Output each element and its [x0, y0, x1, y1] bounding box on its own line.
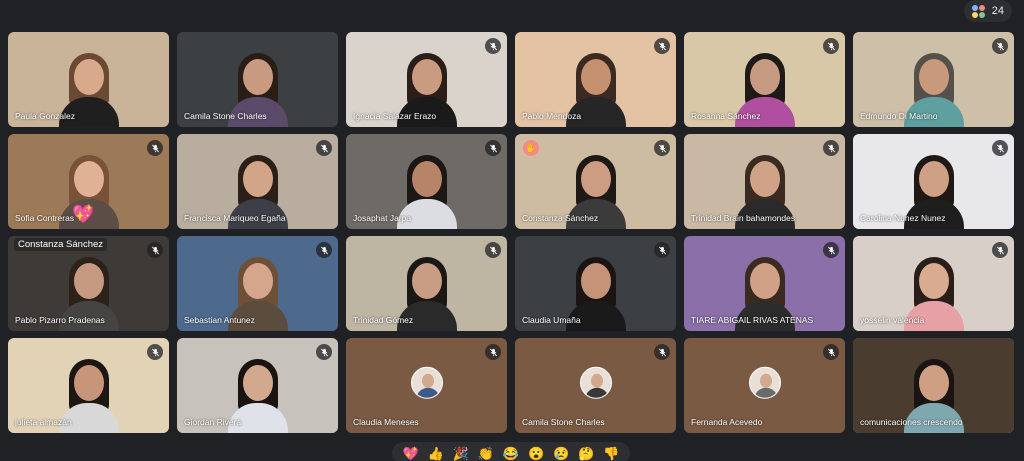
participant-name: Claudia Umaña [522, 315, 581, 325]
mic-off-icon [992, 242, 1008, 258]
participant-tile[interactable]: julieta almazán [8, 338, 169, 433]
participant-tile[interactable]: yosselin valencia [853, 236, 1014, 331]
participant-name: Sofia Contreras [15, 213, 75, 223]
reaction-emoji-button[interactable]: 😂 [503, 447, 519, 460]
participant-tile[interactable]: Trinidad Brain bahamondes [684, 134, 845, 229]
participant-name: Josaphat Jarpa [353, 213, 412, 223]
reaction-emoji-button[interactable]: 💖 [402, 447, 418, 460]
participant-tile[interactable]: Sebastian Antunez [177, 236, 338, 331]
mic-off-icon [485, 242, 501, 258]
avatar [748, 366, 781, 399]
mic-off-icon [147, 242, 163, 258]
participant-tile[interactable]: comunicaciones crescendo [853, 338, 1014, 433]
participant-tile[interactable]: Camila Stone Charles [177, 32, 338, 127]
participant-name: Ignacia Salazar Erazo [353, 111, 437, 121]
reaction-emoji-button[interactable]: 🎉 [453, 447, 469, 460]
participant-name: Trinidad Gómez [353, 315, 414, 325]
participant-name: Camila Stone Charles [522, 417, 605, 427]
participant-name: Sebastian Antunez [184, 315, 255, 325]
reaction-emoji-button[interactable]: 👍 [428, 447, 444, 460]
avatar [579, 366, 612, 399]
reaction-emoji-button[interactable]: 👏 [478, 447, 494, 460]
participant-name: Rosanna Sánchez [691, 111, 761, 121]
participant-tile[interactable]: Camila Stone Charles [515, 338, 676, 433]
reaction-emoji-button[interactable]: 👎 [603, 447, 619, 460]
reaction-emoji-button[interactable]: 🤔 [578, 447, 594, 460]
participant-name: Fernanda Acevedo [691, 417, 763, 427]
participant-tile[interactable]: Francisca Mariqueo Egaña [177, 134, 338, 229]
participant-name: Camila Stone Charles [184, 111, 267, 121]
participant-tile[interactable]: Claudia Umaña [515, 236, 676, 331]
participant-tile[interactable]: Josaphat Jarpa [346, 134, 507, 229]
participant-name: julieta almazán [15, 417, 72, 427]
participant-name: Francisca Mariqueo Egaña [184, 213, 286, 223]
participant-name: Giordan Rivera [184, 417, 242, 427]
raised-hand-icon: ✋ [523, 140, 539, 156]
participant-name: Trinidad Brain bahamondes [691, 213, 796, 223]
mic-off-icon [992, 140, 1008, 156]
mic-off-icon [485, 38, 501, 54]
participant-tile[interactable]: TIARE ABIGAIL RIVAS ATENAS [684, 236, 845, 331]
mic-off-icon [992, 38, 1008, 54]
participant-tile[interactable]: Edmundo Di Martino [853, 32, 1014, 127]
participant-name: comunicaciones crescendo [860, 417, 963, 427]
participant-avatars-icon [971, 4, 986, 18]
mic-off-icon [823, 38, 839, 54]
mic-off-icon [823, 242, 839, 258]
participant-name: Edmundo Di Martino [860, 111, 938, 121]
participant-tile[interactable]: Carolina Nunez Nunez [853, 134, 1014, 229]
speaker-label: Constanza Sánchez [14, 238, 108, 251]
mic-off-icon [485, 344, 501, 360]
participant-tile[interactable]: Pablo Mendoza [515, 32, 676, 127]
participant-tile[interactable]: Paula Gonzalez [8, 32, 169, 127]
participant-tile[interactable]: Trinidad Gómez [346, 236, 507, 331]
mic-off-icon [147, 344, 163, 360]
mic-off-icon [316, 344, 332, 360]
mic-off-icon [485, 140, 501, 156]
mic-off-icon [654, 242, 670, 258]
participant-tile[interactable]: Giordan Rivera [177, 338, 338, 433]
participant-name: Carolina Nunez Nunez [860, 213, 946, 223]
participant-tile[interactable]: Ignacia Salazar Erazo [346, 32, 507, 127]
mic-off-icon [316, 242, 332, 258]
participant-name: Pablo Mendoza [522, 111, 582, 121]
reaction-bar: 💖 👍 🎉 👏 😂 😮 😢 🤔 👎 [392, 442, 630, 461]
participant-name: TIARE ABIGAIL RIVAS ATENAS [691, 315, 814, 325]
participant-name: yosselin valencia [860, 315, 925, 325]
reaction-emoji-button[interactable]: 😮 [528, 447, 544, 460]
participant-name: Pablo Pizarro Pradenas [15, 315, 105, 325]
participant-tile[interactable]: Constanza Sánchez Pablo Pizarro Pradenas [8, 236, 169, 331]
participants-button[interactable]: 24 [963, 0, 1012, 22]
participant-tile[interactable]: 💖 Sofia Contreras [8, 134, 169, 229]
participant-tile[interactable]: ✋ Constanza Sánchez [515, 134, 676, 229]
avatar [410, 366, 443, 399]
participant-count: 24 [991, 5, 1004, 17]
mic-off-icon [823, 344, 839, 360]
heart-reaction-icon: 💖 [72, 204, 95, 224]
participant-name: Paula Gonzalez [15, 111, 76, 121]
participant-name: Claudia Meneses [353, 417, 419, 427]
video-grid: Paula Gonzalez Camila Stone Charles Ignaci… [8, 32, 1016, 433]
mic-off-icon [654, 344, 670, 360]
mic-off-icon [654, 38, 670, 54]
reaction-emoji-button[interactable]: 😢 [553, 447, 569, 460]
mic-off-icon [147, 140, 163, 156]
mic-off-icon [823, 140, 839, 156]
participant-name: Constanza Sánchez [522, 213, 599, 223]
mic-off-icon [654, 140, 670, 156]
participant-tile[interactable]: Rosanna Sánchez [684, 32, 845, 127]
participant-tile[interactable]: Fernanda Acevedo [684, 338, 845, 433]
mic-off-icon [316, 140, 332, 156]
participant-tile[interactable]: Claudia Meneses [346, 338, 507, 433]
